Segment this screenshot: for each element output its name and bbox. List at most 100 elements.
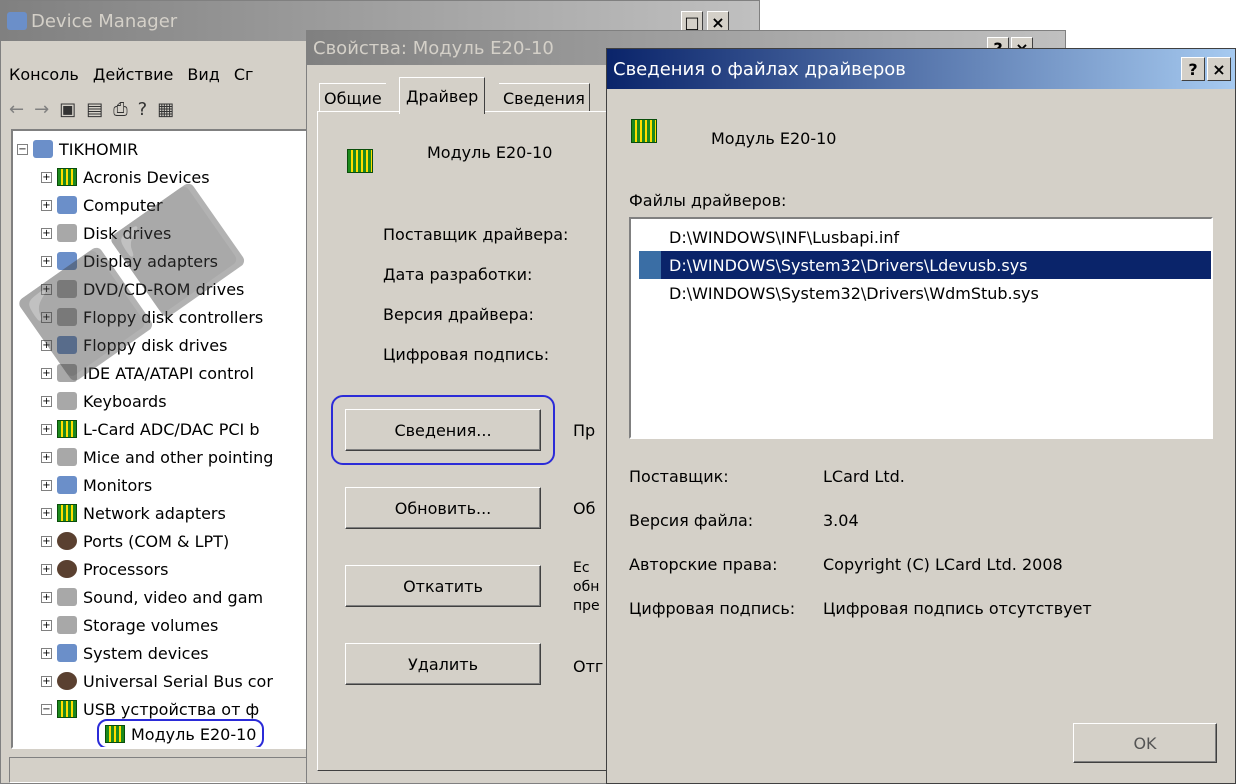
expand-icon[interactable]: +: [41, 283, 52, 295]
expand-icon[interactable]: +: [41, 339, 52, 351]
forward-icon[interactable]: →: [34, 99, 49, 120]
menu-help[interactable]: Сг: [234, 65, 254, 84]
computer-icon: [57, 644, 77, 662]
menu-view[interactable]: Вид: [187, 65, 219, 84]
tab-general[interactable]: Общие: [319, 83, 386, 112]
rollback-button[interactable]: Откатить: [345, 565, 541, 607]
expand-icon[interactable]: +: [41, 199, 52, 211]
driver-files-title: Сведения о файлах драйверов: [613, 58, 906, 80]
expand-icon[interactable]: +: [41, 171, 52, 183]
tab-details[interactable]: Сведения: [499, 83, 590, 112]
tree-item[interactable]: + IDE ATA/ATAPI control: [41, 359, 254, 387]
expand-icon[interactable]: +: [41, 311, 52, 323]
update-button[interactable]: Обновить...: [345, 487, 541, 529]
expand-icon[interactable]: +: [41, 647, 52, 659]
tree-item[interactable]: + Universal Serial Bus cor: [41, 667, 273, 695]
tree-item[interactable]: + Processors: [41, 555, 168, 583]
info-value-provider: LCard Ltd.: [823, 467, 905, 486]
driver-files-titlebar[interactable]: Сведения о файлах драйверов: [607, 49, 1235, 89]
processor-icon: [57, 560, 77, 578]
tree-item[interactable]: + Keyboards: [41, 387, 167, 415]
info-label-signature: Цифровая подпись:: [629, 599, 796, 618]
tree-item[interactable]: + Floppy disk drives: [41, 331, 227, 359]
tree-root[interactable]: − TIKHOMIR: [17, 135, 138, 163]
tab-driver[interactable]: Драйвер: [399, 77, 486, 114]
list-item-label: D:\WINDOWS\INF\Lusbapi.inf: [669, 227, 900, 247]
info-label-copyright: Авторские права:: [629, 555, 778, 574]
list-item[interactable]: D:\WINDOWS\System32\Drivers\WdmStub.sys: [631, 279, 1211, 307]
mouse-icon: [57, 448, 77, 466]
expand-icon[interactable]: +: [41, 675, 52, 687]
device-icon: [631, 119, 657, 143]
usb-icon: [57, 672, 77, 690]
tree-item-label: Sound, video and gam: [83, 587, 264, 607]
tree-item[interactable]: + Floppy disk controllers: [41, 303, 263, 331]
tree-item[interactable]: + Sound, video and gam: [41, 583, 263, 611]
collapse-icon[interactable]: −: [17, 143, 28, 155]
ok-button-label: OK: [1133, 733, 1157, 753]
expand-icon[interactable]: +: [41, 423, 52, 435]
expand-icon[interactable]: +: [41, 451, 52, 463]
tree-item[interactable]: + Computer: [41, 191, 163, 219]
uninstall-button[interactable]: Удалить: [345, 643, 541, 685]
tree-item[interactable]: + Ports (COM & LPT): [41, 527, 229, 555]
tree-item[interactable]: + Display adapters: [41, 247, 218, 275]
info-value-version: 3.04: [823, 511, 859, 530]
expand-icon[interactable]: +: [41, 367, 52, 379]
tree-item[interactable]: + Storage volumes: [41, 611, 218, 639]
toolbar: ← → ▣ ▤ ⎙ ? ▦: [9, 95, 174, 123]
menu-action[interactable]: Действие: [93, 65, 174, 84]
tree-item[interactable]: + System devices: [41, 639, 209, 667]
tree-item[interactable]: + Network adapters: [41, 499, 226, 527]
expand-icon[interactable]: +: [41, 255, 52, 267]
tree-item-label: Mice and other pointing: [83, 447, 274, 467]
expand-icon[interactable]: +: [41, 535, 52, 547]
floppy-icon: [57, 336, 77, 354]
back-icon[interactable]: ←: [9, 99, 24, 120]
tab-general-label: Общие: [324, 88, 382, 108]
ok-button[interactable]: OK: [1073, 723, 1217, 763]
expand-icon[interactable]: +: [41, 591, 52, 603]
tree-item[interactable]: + DVD/CD-ROM drives: [41, 275, 244, 303]
info-label-version: Версия файла:: [629, 511, 754, 530]
console-tree-icon[interactable]: ▣: [59, 99, 76, 120]
scan-icon[interactable]: ▦: [157, 99, 174, 120]
driver-files-list[interactable]: D:\WINDOWS\INF\Lusbapi.inf D:\WINDOWS\Sy…: [629, 217, 1213, 439]
tree-item-label: Network adapters: [83, 503, 226, 523]
details-desc: Пр: [573, 421, 596, 440]
help-icon[interactable]: ?: [138, 99, 148, 120]
tree-item[interactable]: + Disk drives: [41, 219, 171, 247]
expand-icon[interactable]: +: [41, 619, 52, 631]
expand-icon[interactable]: +: [41, 507, 52, 519]
list-item-selected[interactable]: D:\WINDOWS\System32\Drivers\Ldevusb.sys: [639, 251, 1211, 279]
collapse-icon[interactable]: −: [41, 703, 52, 715]
close-button[interactable]: ×: [1207, 57, 1231, 81]
tree-item-label: Computer: [83, 195, 163, 215]
expand-icon[interactable]: +: [41, 227, 52, 239]
card-icon: [57, 504, 77, 522]
expand-icon[interactable]: +: [41, 563, 52, 575]
controller-icon: [57, 364, 77, 382]
tree-item-label: Universal Serial Bus cor: [83, 671, 273, 691]
tree-item[interactable]: + Monitors: [41, 471, 152, 499]
tree-item-selected[interactable]: Модуль E20-10: [97, 719, 265, 747]
properties-icon[interactable]: ▤: [86, 99, 103, 120]
update-desc: Об: [573, 499, 596, 518]
properties-title: Свойства: Модуль E20-10: [313, 37, 554, 59]
tree-item-label: DVD/CD-ROM drives: [83, 279, 245, 299]
controller-icon: [57, 308, 77, 326]
rollback-button-label: Откатить: [403, 576, 483, 596]
tree-item[interactable]: + Mice and other pointing: [41, 443, 273, 471]
tree-item-label: System devices: [83, 643, 209, 663]
details-button[interactable]: Сведения...: [345, 409, 541, 451]
expand-icon[interactable]: +: [41, 479, 52, 491]
list-item[interactable]: D:\WINDOWS\INF\Lusbapi.inf: [631, 223, 1211, 251]
print-icon[interactable]: ⎙: [113, 99, 127, 120]
computer-icon: [33, 140, 53, 158]
expand-icon[interactable]: +: [41, 395, 52, 407]
close-button-label: ×: [1212, 59, 1226, 79]
help-button[interactable]: ?: [1181, 57, 1205, 81]
tree-item[interactable]: + L-Card ADC/DAC PCI b: [41, 415, 260, 443]
menu-console[interactable]: Консоль: [9, 65, 79, 84]
tree-item[interactable]: + Acronis Devices: [41, 163, 210, 191]
